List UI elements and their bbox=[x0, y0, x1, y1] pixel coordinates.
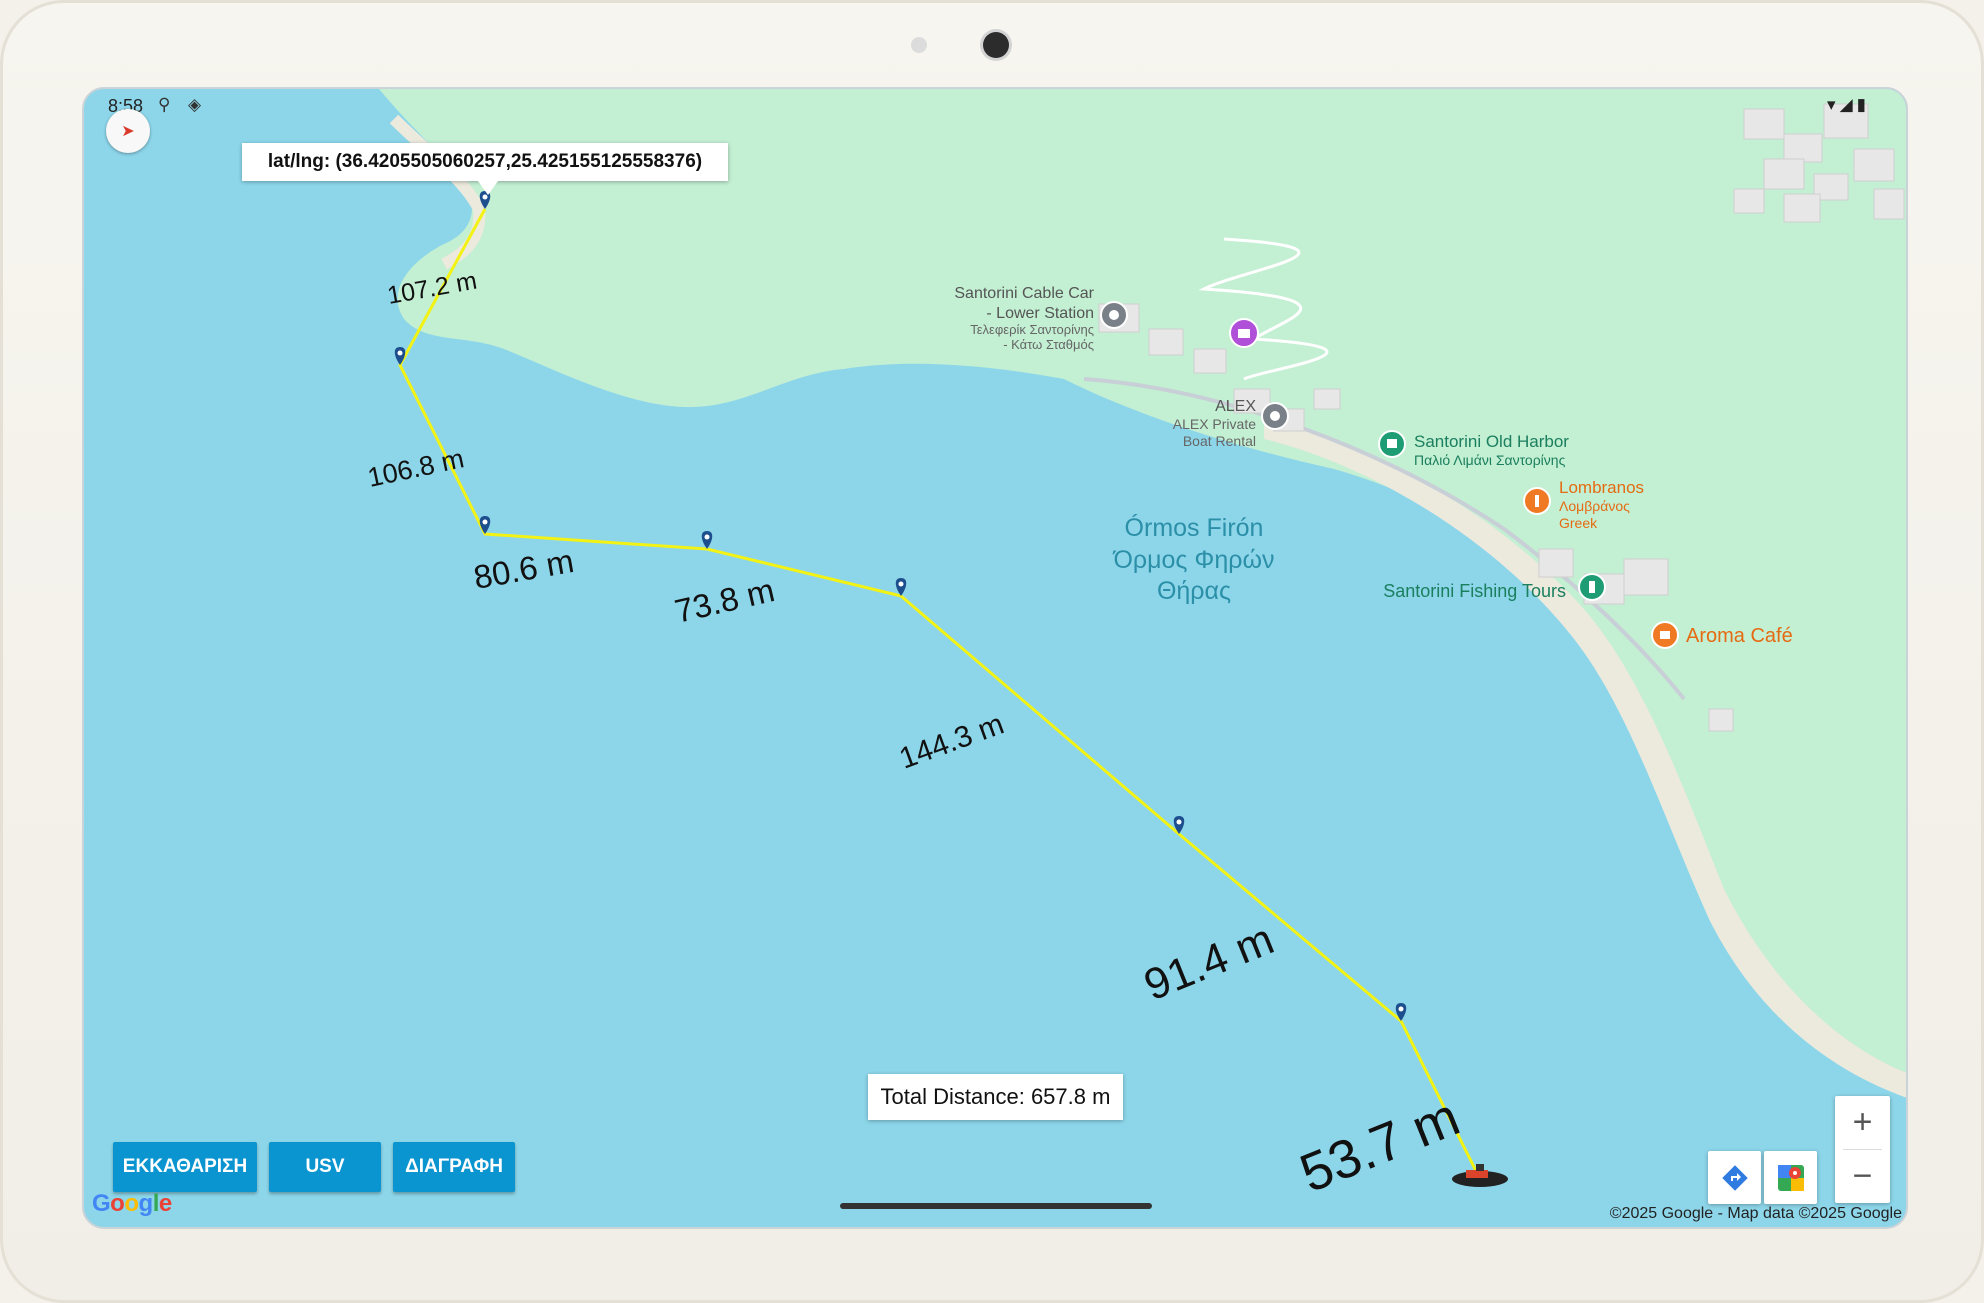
zoom-in-button[interactable]: + bbox=[1835, 1096, 1890, 1149]
restaurant-pin-icon[interactable] bbox=[1523, 487, 1551, 515]
tablet-frame: 107.2 m 106.8 m 80.6 m 73.8 m 144.3 m 91… bbox=[0, 0, 1984, 1303]
poi-label: ALEX Private bbox=[1173, 416, 1256, 432]
poi-label: - Κάτω Σταθμός bbox=[1003, 337, 1094, 352]
google-logo: Google bbox=[92, 1190, 172, 1217]
zoom-controls: + − bbox=[1835, 1096, 1890, 1203]
map-screen[interactable]: 107.2 m 106.8 m 80.6 m 73.8 m 144.3 m 91… bbox=[82, 87, 1908, 1229]
tour-pin-icon[interactable] bbox=[1578, 573, 1606, 601]
poi-label: Greek bbox=[1559, 515, 1598, 531]
clear-button[interactable]: ΕΚΚΑΘΑΡΙΣΗ bbox=[113, 1142, 257, 1192]
usv-boat-icon[interactable] bbox=[1452, 1164, 1508, 1187]
google-maps-icon bbox=[1777, 1164, 1804, 1191]
zoom-out-button[interactable]: − bbox=[1835, 1150, 1890, 1203]
poi-label: Santorini Old Harbor bbox=[1414, 432, 1569, 451]
poi-label: Lombranos bbox=[1559, 478, 1644, 497]
poi-label: Aroma Café bbox=[1686, 625, 1793, 647]
front-camera bbox=[983, 32, 1009, 58]
compass-icon: ➤ bbox=[121, 123, 135, 140]
poi-label: Παλιό Λιμάνι Σαντορίνης bbox=[1414, 452, 1566, 468]
bay-label: Θήρας bbox=[1157, 577, 1231, 605]
waypoint-marker[interactable] bbox=[479, 516, 491, 534]
info-window-tail bbox=[478, 181, 498, 195]
poi-label: ALEX bbox=[1215, 398, 1256, 415]
alex-pin-icon[interactable] bbox=[1261, 402, 1289, 430]
poi-label: Boat Rental bbox=[1183, 433, 1256, 449]
segment-label: 80.6 m bbox=[471, 542, 577, 596]
location-icon: ⚲ bbox=[158, 95, 171, 114]
land-area bbox=[379, 89, 1906, 1073]
cafe-pin-icon[interactable] bbox=[1651, 621, 1679, 649]
compass-button[interactable]: ➤ bbox=[106, 109, 150, 153]
map-copyright: ©2025 Google - Map data ©2025 Google bbox=[1609, 1205, 1902, 1222]
waypoint-marker[interactable] bbox=[701, 531, 713, 549]
ferry-pin-icon[interactable] bbox=[1378, 430, 1406, 458]
waypoint-marker[interactable] bbox=[895, 578, 907, 596]
segment-label: 144.3 m bbox=[895, 707, 1008, 775]
directions-icon bbox=[1721, 1164, 1748, 1191]
status-icons: ▾◢▮ bbox=[1827, 95, 1870, 114]
usv-button[interactable]: USV bbox=[269, 1142, 381, 1192]
poi-label: Santorini Cable Car bbox=[954, 285, 1094, 302]
sensor-dot bbox=[911, 37, 927, 53]
segment-label: 53.7 m bbox=[1292, 1087, 1468, 1204]
map-canvas[interactable]: 107.2 m 106.8 m 80.6 m 73.8 m 144.3 m 91… bbox=[84, 89, 1908, 1229]
bay-label: Órmos Firón bbox=[1125, 513, 1264, 542]
bay-label: Όρμος Φηρών bbox=[1113, 546, 1275, 574]
poi-label: Λομβράνος bbox=[1559, 498, 1630, 514]
total-distance-label: Total Distance: 657.8 m bbox=[868, 1074, 1123, 1120]
poi-label: Santorini Fishing Tours bbox=[1383, 581, 1566, 601]
directions-button[interactable] bbox=[1708, 1151, 1761, 1204]
delete-button[interactable]: ΔΙΑΓΡΑΦΗ bbox=[393, 1142, 515, 1192]
poi-label: - Lower Station bbox=[986, 305, 1094, 322]
segment-label: 91.4 m bbox=[1137, 914, 1280, 1010]
poi-label: Τελεφερίκ Σαντορίνης bbox=[970, 322, 1094, 337]
segment-label: 106.8 m bbox=[365, 443, 467, 493]
camera-pin-icon[interactable] bbox=[1229, 318, 1259, 348]
waypoint-marker[interactable] bbox=[394, 347, 406, 365]
segment-label: 73.8 m bbox=[671, 571, 778, 630]
navigation-icon: ◈ bbox=[188, 95, 202, 114]
open-in-maps-button[interactable] bbox=[1764, 1151, 1817, 1204]
gesture-home-bar[interactable] bbox=[840, 1203, 1152, 1209]
cable-car-pin-icon[interactable] bbox=[1100, 301, 1128, 329]
info-window[interactable]: lat/lng: (36.4205505060257,25.4251551255… bbox=[242, 143, 728, 181]
